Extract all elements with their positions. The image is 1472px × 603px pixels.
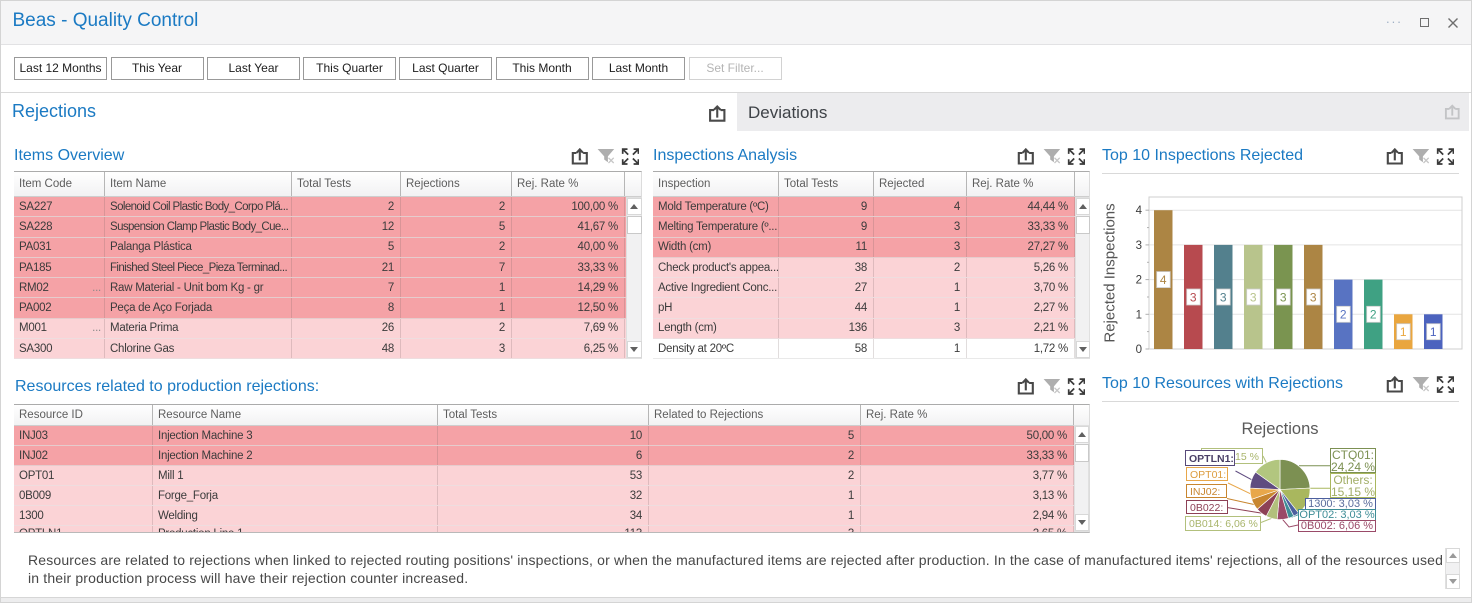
svg-text:Rejected Inspections: Rejected Inspections xyxy=(1102,203,1119,342)
svg-text:3: 3 xyxy=(1310,290,1317,304)
svg-text:3: 3 xyxy=(1190,290,1197,304)
svg-text:2: 2 xyxy=(1340,308,1347,322)
svg-text:4: 4 xyxy=(1136,205,1143,217)
svg-text:1: 1 xyxy=(1136,309,1142,321)
svg-text:2: 2 xyxy=(1136,275,1142,287)
svg-text:3: 3 xyxy=(1280,290,1287,304)
svg-text:3: 3 xyxy=(1136,240,1142,252)
svg-text:3: 3 xyxy=(1220,290,1227,304)
svg-text:2: 2 xyxy=(1370,308,1377,322)
svg-text:0: 0 xyxy=(1136,344,1142,356)
svg-text:1: 1 xyxy=(1430,325,1437,339)
svg-text:4: 4 xyxy=(1160,273,1167,287)
svg-text:3: 3 xyxy=(1250,290,1257,304)
svg-text:1: 1 xyxy=(1400,325,1407,339)
svg-text:Rejections: Rejections xyxy=(1241,420,1318,438)
